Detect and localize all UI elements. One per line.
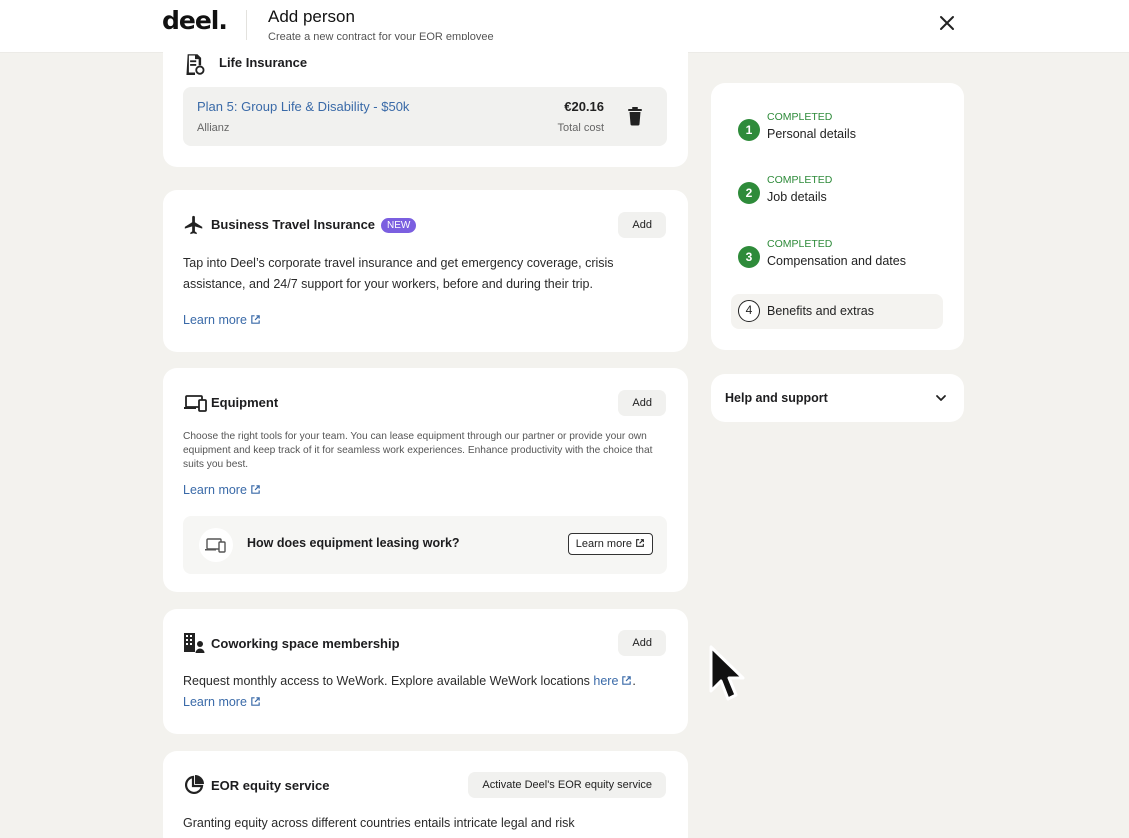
activate-equity-button[interactable]: Activate Deel's EOR equity service — [468, 772, 666, 798]
external-link-icon — [622, 676, 632, 685]
coworking-description-text: Request monthly access to WeWork. Explor… — [183, 674, 590, 688]
close-icon — [940, 16, 954, 30]
equipment-add-button[interactable]: Add — [618, 390, 666, 416]
equipment-leasing-info: How does equipment leasing work? Learn m… — [183, 516, 667, 574]
step-benefits-extras[interactable]: 4 Benefits and extras — [731, 294, 943, 329]
leasing-learn-more-button[interactable]: Learn more — [567, 533, 653, 555]
page-title: Add person — [268, 7, 355, 26]
coworking-learn-more-link[interactable]: Learn more — [183, 695, 261, 709]
coworking-card: Coworking space membership Add Request m… — [163, 609, 688, 734]
here-link[interactable]: here — [593, 674, 632, 688]
external-link-icon — [636, 539, 644, 547]
devices-icon — [205, 538, 226, 553]
travel-insurance-title-text: Business Travel Insurance — [211, 217, 376, 232]
close-button[interactable] — [934, 10, 960, 36]
chevron-down-icon — [936, 395, 946, 401]
insurance-plan-row[interactable]: Plan 5: Group Life & Disability - $50k A… — [183, 87, 667, 146]
travel-insurance-description: Tap into Deel’s corporate travel insuran… — [183, 256, 614, 291]
external-link-icon — [251, 485, 260, 494]
step-number: 2 — [738, 182, 760, 204]
leasing-learn-more-label: Learn more — [575, 538, 632, 550]
travel-insurance-card: Business Travel Insurance NEW Add Tap int… — [163, 190, 688, 352]
plan-provider: Allianz — [197, 122, 230, 134]
coworking-title: Coworking space membership — [211, 636, 400, 651]
step-status: COMPLETED — [767, 174, 833, 186]
building-person-icon — [184, 633, 205, 653]
step-label: Job details — [767, 190, 827, 204]
step-label: Benefits and extras — [767, 304, 875, 318]
equity-title: EOR equity service — [211, 778, 330, 793]
document-icon — [186, 54, 205, 75]
trash-icon[interactable] — [627, 106, 643, 126]
step-number: 3 — [738, 246, 760, 268]
help-support-label: Help and support — [725, 391, 828, 405]
equipment-learn-more-link[interactable]: Learn more — [183, 483, 261, 497]
coworking-add-button[interactable]: Add — [618, 630, 666, 656]
step-status: COMPLETED — [767, 111, 833, 123]
travel-insurance-title: Business Travel Insurance NEW — [211, 217, 417, 233]
devices-icon — [184, 395, 207, 412]
equipment-card: Equipment Add Choose the right tools for… — [163, 368, 688, 592]
equity-description: Granting equity across different countri… — [183, 816, 575, 830]
learn-more-label: Learn more — [183, 313, 247, 327]
leasing-question: How does equipment leasing work? — [247, 536, 460, 550]
header-divider — [246, 10, 247, 42]
external-link-icon — [251, 697, 260, 706]
leasing-icon-wrap — [199, 528, 233, 562]
travel-insurance-add-button[interactable]: Add — [618, 212, 666, 238]
progress-steps-panel: 1 COMPLETED Personal details 2 COMPLETED… — [711, 83, 964, 350]
plan-price: €20.16 — [564, 99, 604, 114]
learn-more-label: Learn more — [183, 695, 247, 709]
coworking-description: Request monthly access to WeWork. Explor… — [183, 671, 673, 692]
help-support-accordion[interactable]: Help and support — [711, 374, 964, 422]
travel-insurance-learn-more-link[interactable]: Learn more — [183, 313, 261, 327]
coworking-period: . — [632, 674, 636, 688]
mouse-cursor-icon — [709, 645, 745, 701]
plan-price-label: Total cost — [557, 122, 604, 134]
new-badge: NEW — [381, 218, 417, 233]
learn-more-label: Learn more — [183, 483, 247, 497]
equity-card: EOR equity service Activate Deel's EOR e… — [163, 751, 688, 838]
step-label: Compensation and dates — [767, 254, 906, 268]
equipment-title: Equipment — [211, 395, 279, 410]
life-insurance-title: Life Insurance — [219, 55, 308, 70]
step-number: 1 — [738, 119, 760, 141]
airplane-icon — [184, 215, 203, 235]
pie-chart-icon — [184, 775, 204, 795]
here-link-label: here — [593, 674, 619, 688]
step-status: COMPLETED — [767, 238, 833, 250]
external-link-icon — [251, 315, 260, 324]
life-insurance-card: Life Insurance Plan 5: Group Life & Disa… — [163, 40, 688, 167]
step-number: 4 — [738, 300, 760, 322]
plan-name-link[interactable]: Plan 5: Group Life & Disability - $50k — [197, 99, 409, 114]
step-label: Personal details — [767, 127, 856, 141]
deel-logo[interactable]: deel. — [162, 6, 228, 35]
equipment-description: Choose the right tools for your team. Yo… — [183, 431, 653, 470]
